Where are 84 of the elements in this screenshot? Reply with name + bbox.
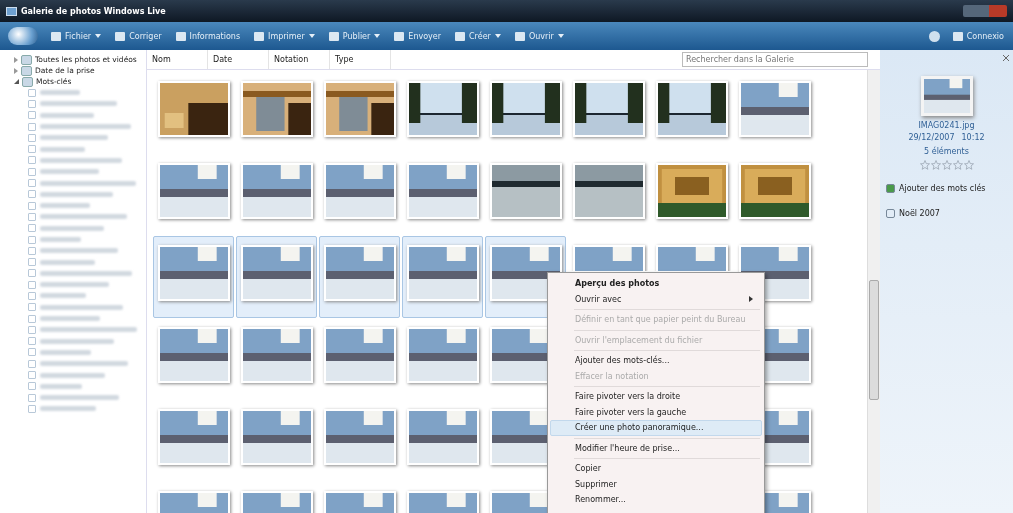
caret-icon [557,34,564,38]
toolbar-icon [115,31,126,41]
help-icon[interactable] [928,30,940,42]
toolbar-icon [328,31,339,41]
blurred-label [40,169,99,175]
menu-item[interactable]: Renommer... [550,492,762,508]
toolbar-button[interactable]: Créer [454,29,502,43]
blurred-label [40,259,95,265]
column-header[interactable]: Notation [269,50,330,69]
expand-arrow-icon[interactable] [14,67,18,74]
toolbar-icon [455,31,466,41]
photo-date: 29/12/2007 [908,133,955,142]
window-title: Galerie de photos Windows Live [21,6,166,16]
blurred-label [40,316,100,322]
menu-item[interactable]: Faire pivoter vers la gauche [550,404,762,420]
caret-icon [308,34,315,38]
toolbar-icon [394,31,405,41]
blurred-label [40,112,94,118]
menu-item[interactable]: Aperçu des photos [550,276,762,292]
blurred-label [40,282,109,288]
rating-star[interactable] [952,160,963,170]
tag-label[interactable]: Noël 2007 [899,209,940,218]
search-field[interactable]: Rechercher dans la Galerie [682,52,868,67]
collapse-arrow-icon[interactable] [14,79,19,84]
menu-item[interactable]: Créer une photo panoramique... [550,420,762,436]
photo-thumbnail[interactable] [319,236,400,318]
blurred-label [40,146,85,152]
menu-item[interactable]: Faire pivoter vers la droite [550,389,762,405]
blurred-label [40,135,108,141]
blurred-label [40,349,91,355]
tag-icon [886,184,895,193]
toolbar-button[interactable]: Publier [327,29,382,43]
column-header[interactable]: Type [330,50,391,69]
toolbar-button[interactable]: Imprimer [253,29,316,43]
toolbar-icon [254,31,265,41]
menu-item[interactable]: Ouvrir avec [550,291,762,307]
caret-icon [374,34,381,38]
blurred-label [40,225,104,231]
toolbar-button[interactable]: Informations [174,29,242,43]
user-icon [952,31,963,41]
photo-thumbnail[interactable] [153,236,234,318]
rating-star[interactable] [919,160,930,170]
folder-icon [21,65,32,76]
menu-item[interactable]: Modifier l'heure de prise... [550,440,762,456]
toolbar-button[interactable]: Envoyer [393,29,443,43]
rating-star[interactable] [941,160,952,170]
menu-item[interactable]: Supprimer [550,476,762,492]
blurred-label [40,237,81,242]
rating-star[interactable] [963,160,974,170]
blurred-label [40,372,105,378]
app-icon [6,6,17,16]
caret-icon [95,34,102,38]
blurred-label [40,406,96,412]
sign-in-button[interactable]: Connexio [951,29,1005,43]
blurred-label [40,293,86,299]
photo-thumbnail[interactable] [402,236,483,318]
toolbar-button[interactable]: Fichier [50,29,103,43]
back-forward-buttons[interactable] [8,27,38,45]
item-count: 5 éléments [924,147,969,156]
menu-item[interactable]: Copier [550,461,762,477]
toolbar-icon [51,31,61,41]
submenu-arrow-icon [749,296,753,303]
menu-item[interactable]: Ajouter des mots-clés... [550,353,762,369]
caret-icon [494,34,501,38]
toolbar-icon [175,31,186,41]
toolbar-icon [514,31,525,41]
close-icon[interactable] [1003,55,1009,61]
photo-time: 10:12 [961,133,985,142]
toolbar-button[interactable]: Ouvrir [513,29,565,43]
expand-arrow-icon[interactable] [14,56,18,63]
blurred-label [40,203,90,209]
file-name: IMAG0241.jpg [918,121,975,130]
column-header[interactable]: Date [208,50,269,69]
add-tags-link[interactable]: Ajouter des mots clés [899,184,986,193]
folder-icon [22,76,33,87]
scrollbar[interactable] [867,70,880,513]
toolbar-button[interactable]: Corriger [114,29,163,43]
blurred-label [40,383,82,389]
photo-thumbnail[interactable] [236,236,317,318]
tag-icon [886,209,895,218]
column-header[interactable]: Nom [147,50,208,69]
folder-icon [21,54,32,65]
blurred-label [40,90,80,96]
rating-star[interactable] [930,160,941,170]
